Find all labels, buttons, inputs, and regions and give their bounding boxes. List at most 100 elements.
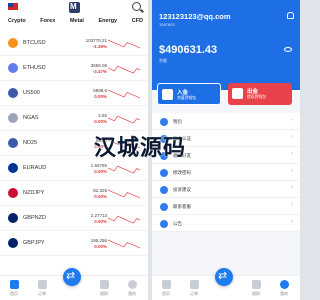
- nav-orders[interactable]: 订单: [184, 280, 204, 297]
- watermark-text: 汉城源码: [94, 136, 187, 161]
- balance-label: 余额: [159, 58, 167, 63]
- change: -3.47%: [92, 68, 107, 74]
- menu-item-label: 联系客服: [173, 204, 191, 209]
- currency-icon: [8, 113, 18, 123]
- price-block: 103770.21 -1.36%: [61, 38, 111, 49]
- symbol: EURAUD: [23, 165, 47, 171]
- nav-finance[interactable]: 理财: [94, 280, 114, 297]
- chevron-right-icon: ›: [291, 117, 293, 123]
- sparkline-chart: [108, 115, 140, 124]
- symbol: GBPNZD: [23, 215, 46, 221]
- currency-icon: [8, 238, 18, 248]
- sparkline-chart: [108, 215, 140, 224]
- market-row[interactable]: NZDJPY 82.328 0.00%: [0, 181, 148, 206]
- brand-logo-icon: [69, 2, 80, 13]
- profile-icon: [127, 280, 137, 289]
- price: 195.256: [90, 237, 107, 243]
- tab-cfd[interactable]: CFD: [130, 17, 145, 29]
- market-row[interactable]: GBPJPY 195.256 0.00%: [0, 231, 148, 256]
- price: 2.27713: [90, 212, 107, 218]
- trade-icon[interactable]: [215, 268, 233, 286]
- tab-forex[interactable]: Forex: [38, 17, 57, 29]
- withdraw-button[interactable]: 出金 提现到钱包: [228, 83, 292, 105]
- change: 0.00%: [94, 243, 107, 249]
- tab-energy[interactable]: Energy: [96, 17, 119, 29]
- market-row[interactable]: GBPNZD 2.27713 0.00%: [0, 206, 148, 231]
- sparkline-chart: [108, 65, 140, 74]
- menu-item[interactable]: 修改密码 ›: [152, 164, 300, 181]
- currency-icon: [8, 138, 18, 148]
- nav-label: 订单: [38, 291, 46, 296]
- menu-item-icon: [160, 220, 168, 228]
- sparkline-chart: [108, 89, 140, 99]
- menu-item-icon: [160, 203, 168, 211]
- change: 0.00%: [94, 218, 107, 224]
- order-icon: [37, 280, 47, 289]
- nav-home[interactable]: 首页: [4, 280, 24, 297]
- sparkline-chart: [108, 39, 140, 49]
- change: 0.00%: [94, 93, 107, 99]
- currency-icon: [8, 188, 18, 198]
- nav-label: 理财: [100, 291, 108, 296]
- nav-profile[interactable]: 我的: [274, 280, 294, 297]
- nav-home[interactable]: 首页: [156, 280, 176, 297]
- nav-profile[interactable]: 我的: [122, 280, 142, 297]
- tab-crypto[interactable]: Crypto: [6, 17, 28, 29]
- nav-orders[interactable]: 订单: [32, 280, 52, 297]
- account-header: 123123123@qq.com 1087603 $490631.43 余额: [152, 0, 300, 90]
- currency-icon: [8, 63, 18, 73]
- nav-finance[interactable]: 理财: [246, 280, 266, 297]
- nav-label: 订单: [190, 291, 198, 296]
- symbol: NZDJPY: [23, 190, 45, 196]
- search-icon[interactable]: [132, 2, 141, 11]
- sparkline-chart: [108, 239, 140, 249]
- deposit-title: 入金: [177, 90, 189, 96]
- symbol: ND25: [23, 140, 38, 146]
- market-row[interactable]: US500 5898.6 0.00%: [0, 81, 148, 106]
- finance-icon: [251, 280, 261, 289]
- market-row[interactable]: BTCUSD 103770.21 -1.36%: [0, 31, 148, 56]
- price: 103770.21: [85, 37, 107, 43]
- chevron-right-icon: ›: [291, 219, 293, 225]
- language-flag-icon[interactable]: [8, 3, 18, 10]
- menu-item-icon: [160, 169, 168, 177]
- trade-icon[interactable]: [63, 268, 81, 286]
- home-icon: [9, 280, 19, 289]
- bottom-nav: 首页 订单 理财 我的: [0, 268, 148, 300]
- nav-label: 首页: [162, 291, 170, 296]
- wallet-in-icon: [162, 89, 173, 100]
- notification-icon[interactable]: [287, 12, 294, 19]
- sparkline-chart: [108, 165, 140, 174]
- price-block: 5898.6 0.00%: [61, 88, 111, 99]
- price-block: 82.328 0.00%: [61, 188, 111, 199]
- market-tabs: Crypto Forex Metal Energy CFD: [0, 15, 148, 29]
- menu-item-icon: [160, 118, 168, 126]
- currency-icon: [8, 38, 18, 48]
- sparkline-chart: [108, 189, 140, 199]
- menu-item[interactable]: 投诉建议 ›: [152, 181, 300, 198]
- home-icon: [161, 280, 171, 289]
- price-block: 2.27713 0.00%: [61, 213, 111, 224]
- menu-item[interactable]: 钱包 ›: [152, 113, 300, 130]
- symbol: GBPJPY: [23, 240, 45, 246]
- menu-item[interactable]: 公告 ›: [152, 215, 300, 232]
- profile-icon: [279, 280, 289, 289]
- eye-icon[interactable]: [284, 47, 292, 52]
- price-block: 1.66765 0.00%: [61, 163, 111, 174]
- deposit-button[interactable]: 入金 充值到钱包: [157, 83, 221, 105]
- finance-icon: [99, 280, 109, 289]
- price-block: 3656.08 -3.47%: [61, 63, 111, 74]
- market-row[interactable]: NGAS 2.55 0.00%: [0, 106, 148, 131]
- price-block: 2.55 0.00%: [61, 113, 111, 124]
- change: 0.00%: [94, 168, 107, 174]
- chevron-right-icon: ›: [291, 168, 293, 174]
- menu-item[interactable]: 联系客服 ›: [152, 198, 300, 215]
- menu-item-label: 修改密码: [173, 170, 191, 175]
- price: 1.66765: [90, 162, 107, 168]
- nav-label: 首页: [10, 291, 18, 296]
- account-uid: 1087603: [159, 22, 175, 27]
- menu-item-label: 钱包: [173, 119, 182, 124]
- chevron-right-icon: ›: [291, 151, 293, 157]
- market-row[interactable]: ETHUSD 3656.08 -3.47%: [0, 56, 148, 81]
- tab-metal[interactable]: Metal: [68, 17, 86, 29]
